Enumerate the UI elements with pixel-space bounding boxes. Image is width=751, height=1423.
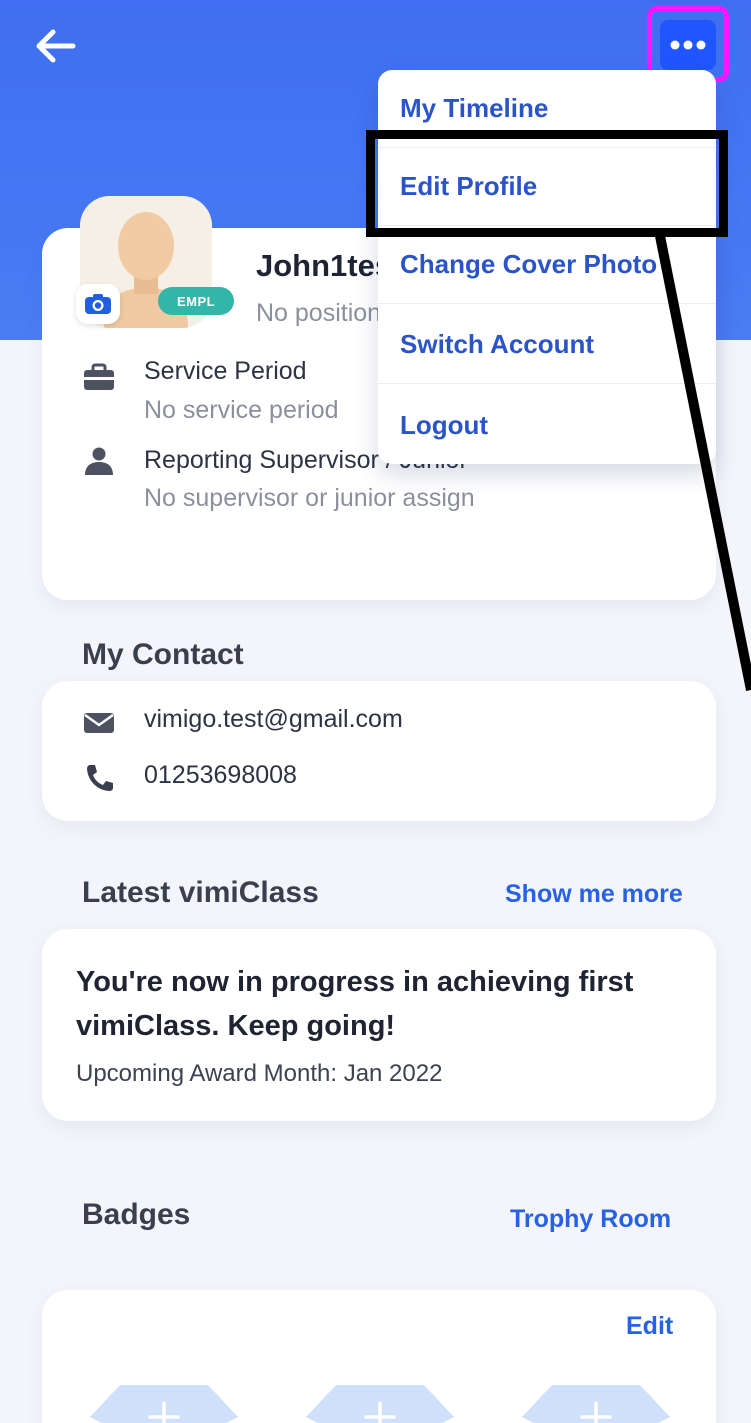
badge-slot[interactable] — [90, 1385, 238, 1423]
supervisor-value: No supervisor or junior assign — [144, 484, 475, 512]
arrow-left-icon — [36, 29, 76, 63]
edit-badges-link[interactable]: Edit — [626, 1312, 673, 1341]
vimiclass-message: You're now in progress in achieving firs… — [76, 966, 634, 1042]
service-period-title: Service Period — [144, 357, 307, 385]
person-icon — [85, 447, 113, 475]
badge-slot[interactable] — [306, 1385, 454, 1423]
service-period-value: No service period — [144, 396, 339, 424]
badges-section-title: Badges — [82, 1198, 191, 1231]
contact-section-title: My Contact — [82, 638, 244, 671]
mail-icon — [84, 713, 114, 733]
change-photo-button[interactable] — [76, 284, 120, 324]
show-me-more-link[interactable]: Show me more — [505, 880, 683, 909]
contact-email[interactable]: vimigo.test@gmail.com — [144, 705, 403, 734]
phone-icon — [87, 765, 113, 791]
vimiclass-section-title: Latest vimiClass — [82, 876, 319, 909]
back-button[interactable] — [28, 18, 84, 74]
trophy-room-link[interactable]: Trophy Room — [510, 1205, 671, 1234]
camera-icon — [85, 294, 111, 314]
briefcase-icon — [84, 363, 114, 390]
contact-card — [42, 681, 716, 821]
menu-item-switch-account[interactable]: Switch Account — [378, 306, 716, 384]
profile-position: No position — [256, 299, 382, 327]
contact-phone[interactable]: 01253698008 — [144, 761, 297, 790]
employee-badge: EMPL — [158, 287, 234, 315]
menu-item-change-cover-photo[interactable]: Change Cover Photo — [378, 226, 716, 304]
edit-profile-highlight — [366, 130, 728, 237]
menu-item-logout[interactable]: Logout — [378, 386, 716, 464]
vimiclass-award-month: Upcoming Award Month: Jan 2022 — [76, 1060, 443, 1087]
badge-slot[interactable] — [522, 1385, 670, 1423]
